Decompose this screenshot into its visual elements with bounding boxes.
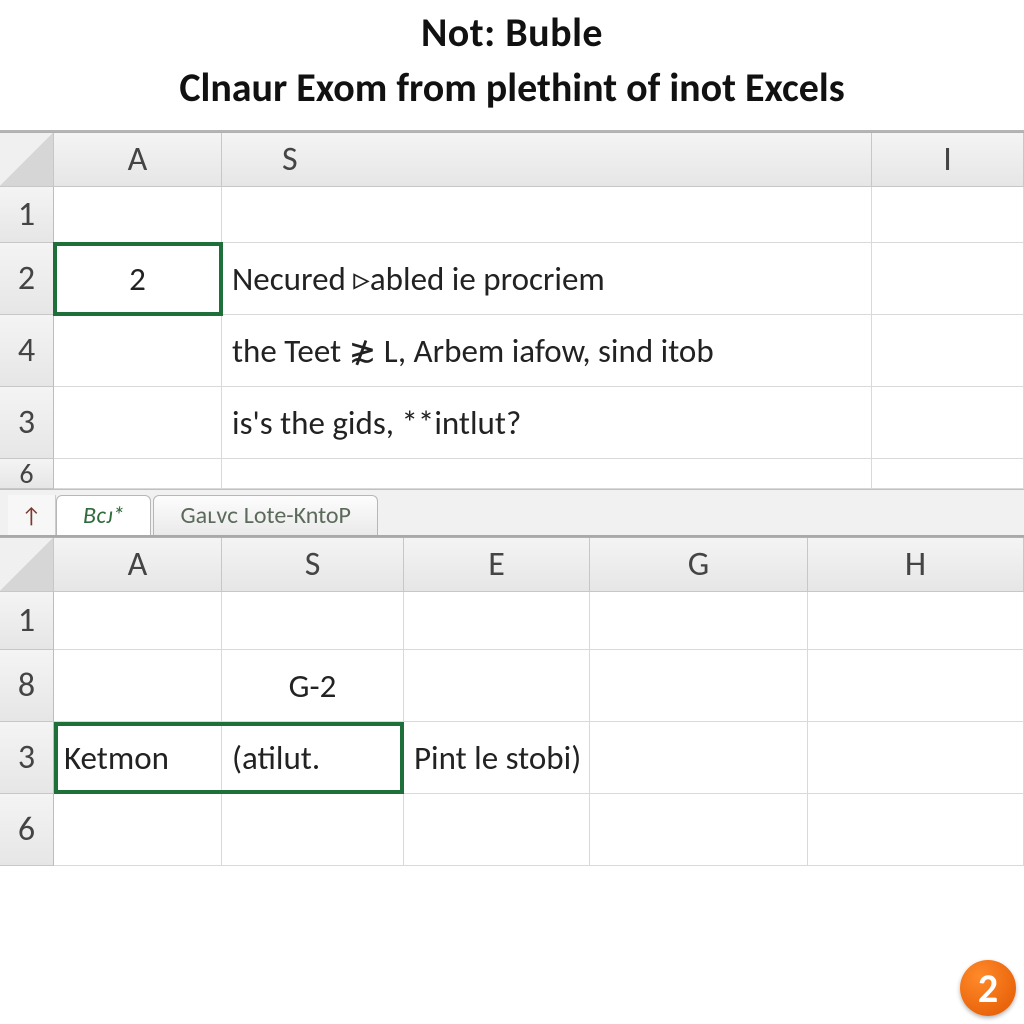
cell[interactable]: Necured ▹abled ie procriem [222, 243, 872, 315]
cell[interactable] [404, 592, 590, 650]
cell[interactable] [54, 794, 222, 866]
column-header-s[interactable]: S [222, 538, 404, 592]
row-header[interactable]: 8 [0, 650, 54, 722]
column-header-a[interactable]: A [54, 133, 222, 187]
cell-text: Pint le stobi) [414, 738, 581, 778]
sheet-tab-strip: ↑ Bᴄᴊ* Gaʟvᴄ Lote-KntoP [0, 489, 1024, 537]
select-all-corner[interactable] [0, 538, 54, 592]
column-header-s[interactable]: S [222, 133, 872, 187]
cell-text: is's the gids, **intlut? [232, 403, 521, 443]
cell[interactable] [54, 592, 222, 650]
cell-a3[interactable]: Ketmon [54, 722, 222, 794]
spreadsheet-top: A S I 1 2 2 Necured ▹abled ie procriem 4… [0, 132, 1024, 537]
cell[interactable] [872, 459, 1024, 489]
cell[interactable] [590, 650, 808, 722]
cell[interactable] [222, 459, 872, 489]
row-header[interactable]: 3 [0, 387, 54, 459]
cell[interactable] [872, 315, 1024, 387]
cell[interactable]: Pint le stobi) [404, 722, 590, 794]
column-header-h[interactable]: H [808, 538, 1024, 592]
cell[interactable] [590, 722, 808, 794]
cell[interactable]: is's the gids, **intlut? [222, 387, 872, 459]
cell[interactable] [872, 243, 1024, 315]
cell[interactable] [872, 187, 1024, 243]
cell[interactable] [54, 650, 222, 722]
cell[interactable] [222, 794, 404, 866]
cell[interactable] [808, 650, 1024, 722]
cell[interactable] [54, 187, 222, 243]
column-header-i[interactable]: I [872, 133, 1024, 187]
cell[interactable] [54, 459, 222, 489]
cell[interactable] [808, 592, 1024, 650]
cell[interactable] [404, 794, 590, 866]
cell[interactable] [54, 387, 222, 459]
row-header[interactable]: 6 [0, 794, 54, 866]
cell-a2-selected[interactable]: 2 [54, 243, 222, 315]
cell[interactable] [590, 794, 808, 866]
page-title: Not: Buble [0, 8, 1024, 57]
row-header[interactable]: 6 [0, 459, 54, 489]
step-badge: 2 [960, 960, 1016, 1016]
cell[interactable] [808, 722, 1024, 794]
sheet-tab-active[interactable]: Bᴄᴊ* [56, 495, 151, 535]
cell[interactable] [222, 592, 404, 650]
cell[interactable] [222, 187, 872, 243]
page-subtitle: Clnaur Exom from plethint of inot Excels [0, 63, 1024, 112]
cell-s3[interactable]: (atilut. [222, 722, 404, 794]
row-header[interactable]: 4 [0, 315, 54, 387]
column-header-e[interactable]: E [404, 538, 590, 592]
cell[interactable]: the Teet ≵ L, Arbem iafow, sind itob [222, 315, 872, 387]
column-header-g[interactable]: G [590, 538, 808, 592]
cell[interactable] [590, 592, 808, 650]
row-header[interactable]: 3 [0, 722, 54, 794]
cell[interactable] [808, 794, 1024, 866]
cell[interactable] [54, 315, 222, 387]
cell[interactable]: G-2 [222, 650, 404, 722]
row-header[interactable]: 2 [0, 243, 54, 315]
column-header-a[interactable]: A [54, 538, 222, 592]
tab-nav-arrow-icon[interactable]: ↑ [8, 495, 56, 535]
row-header[interactable]: 1 [0, 187, 54, 243]
spreadsheet-bottom: A S E G H 1 8 G-2 3 Ketmon (atilut. Pint… [0, 537, 1024, 866]
select-all-corner[interactable] [0, 133, 54, 187]
cell-text: Necured ▹abled ie procriem [232, 259, 605, 299]
sheet-tab[interactable]: Gaʟvᴄ Lote-KntoP [153, 495, 378, 535]
cell-text: the Teet ≵ L, Arbem iafow, sind itob [232, 331, 714, 371]
row-header[interactable]: 1 [0, 592, 54, 650]
cell[interactable] [404, 650, 590, 722]
cell[interactable] [872, 387, 1024, 459]
